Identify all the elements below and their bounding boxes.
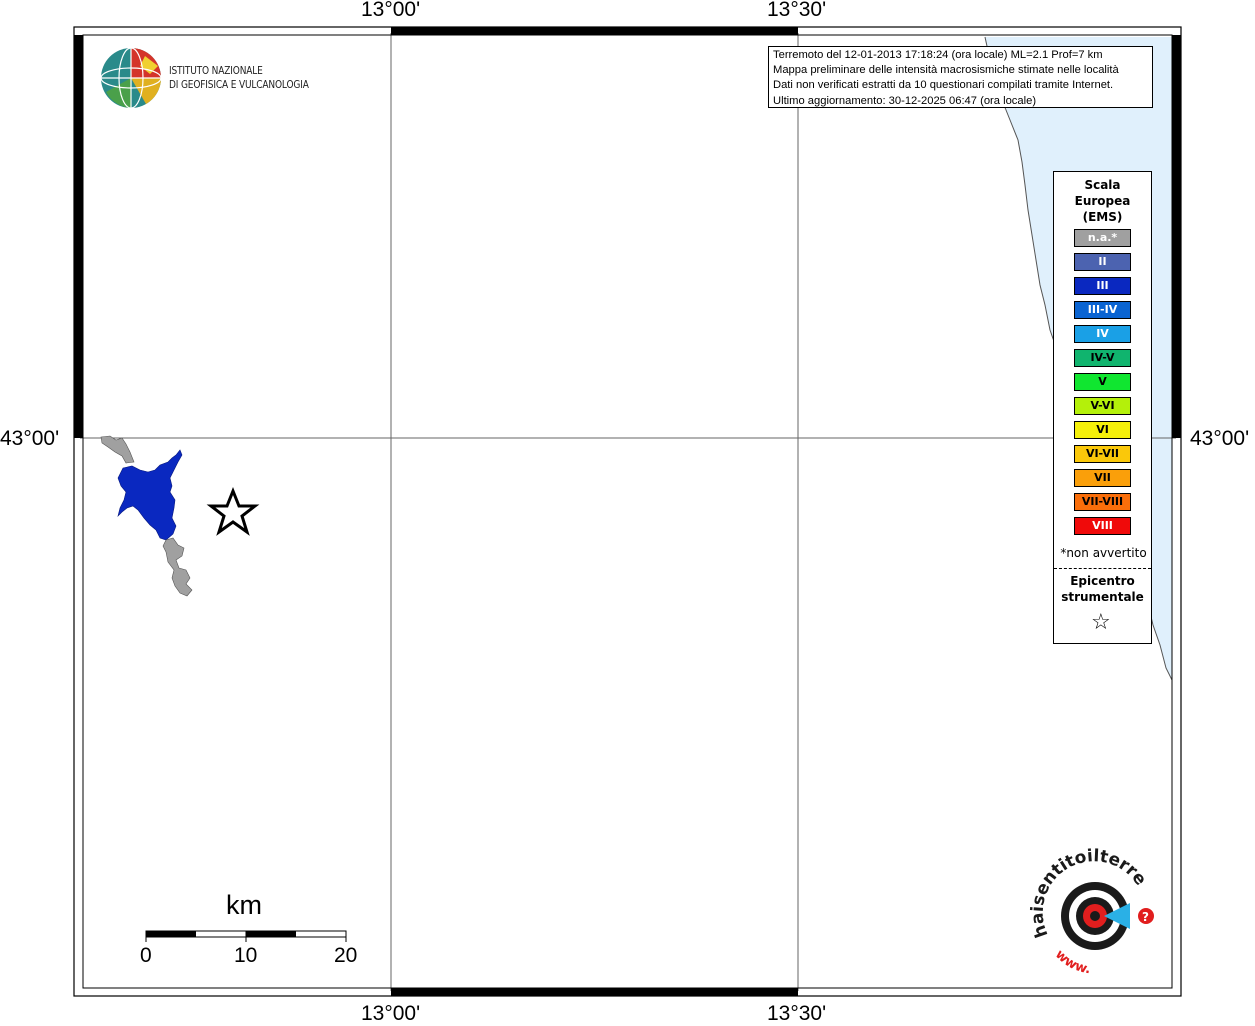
- frame-band-right: [1172, 35, 1181, 438]
- legend-not-felt-note: *non avvertito: [1060, 546, 1147, 560]
- legend-separator: [1054, 568, 1151, 569]
- legend-epicenter-label: Epicentro strumentale: [1054, 573, 1151, 605]
- frame-band-left: [74, 35, 83, 438]
- scale-label-0: 0: [140, 944, 152, 967]
- municipality-na-north: [100, 435, 135, 464]
- lat-label-right: 43°00': [1190, 427, 1250, 450]
- legend-swatch-vi-vii: VI-VII: [1074, 445, 1131, 463]
- legend-title-1: Scala: [1084, 178, 1121, 192]
- legend-swatch-vii: VII: [1074, 469, 1131, 487]
- scale-label-20: 20: [334, 944, 358, 967]
- legend-swatch-viii: VIII: [1074, 517, 1131, 535]
- ingv-globe-logo-icon: [100, 47, 162, 109]
- frame-band-bottom: [391, 988, 798, 996]
- legend-swatch-iii-iv: III-IV: [1074, 301, 1131, 319]
- watermark-prefix: www.: [1052, 947, 1091, 977]
- legend-swatch-iv: IV: [1074, 325, 1131, 343]
- logo-line-2: DI GEOFISICA E VULCANOLOGIA: [169, 78, 309, 91]
- legend-swatch-iv-v: IV-V: [1074, 349, 1131, 367]
- legend-title-3: (EMS): [1082, 210, 1123, 224]
- legend-swatch-iii: III: [1074, 277, 1131, 295]
- legend-swatch-vii-viii: VII-VIII: [1074, 493, 1131, 511]
- legend-swatch-na: n.a.*: [1074, 229, 1131, 247]
- lat-label-left: 43°00': [0, 427, 60, 450]
- legend-title-2: Europea: [1074, 194, 1131, 208]
- legend-epicenter-line-1: Epicentro: [1070, 574, 1135, 588]
- lon-label-top-left: 13°00': [361, 0, 421, 21]
- event-info-box: Terremoto del 12-01-2013 17:18:24 (ora l…: [768, 46, 1153, 108]
- lon-label-bottom-right: 13°30': [767, 1002, 827, 1025]
- legend-swatch-v: V: [1074, 373, 1131, 391]
- legend-swatch-v-vi: V-VI: [1074, 397, 1131, 415]
- legend-swatch-ii: II: [1074, 253, 1131, 271]
- event-info-line-2: Mappa preliminare delle intensità macros…: [773, 64, 1119, 77]
- scale-bar-seg-3: [246, 931, 296, 937]
- legend-swatch-vi: VI: [1074, 421, 1131, 439]
- scale-label-10: 10: [234, 944, 258, 967]
- scale-bar-unit: km: [226, 890, 262, 920]
- event-info-line-1: Terremoto del 12-01-2013 17:18:24 (ora l…: [773, 49, 1103, 61]
- intensity-legend: Scala Europea (EMS) n.a.* II III III-IV IV IV…: [1053, 171, 1152, 644]
- frame-band-top: [391, 27, 798, 35]
- scale-bar-seg-1: [146, 931, 196, 937]
- svg-text:?: ?: [1142, 910, 1149, 924]
- legend-epicenter-line-2: strumentale: [1061, 590, 1144, 604]
- legend-title: Scala Europea (EMS): [1054, 177, 1151, 225]
- epicenter-star-icon: [206, 486, 260, 536]
- municipality-intensity-III: [117, 449, 183, 541]
- event-info-line-4: Ultimo aggiornamento: 30-12-2025 06:47 (…: [773, 94, 1037, 107]
- municipality-na-south: [162, 537, 193, 597]
- legend-star-outline-icon: ☆: [1091, 610, 1111, 635]
- lon-label-bottom-left: 13°00': [361, 1002, 421, 1025]
- logo-line-1: ISTITUTO NAZIONALE: [169, 64, 263, 77]
- lon-label-top-right: 13°30': [767, 0, 827, 21]
- event-info-line-3: Dati non verificati estratti da 10 quest…: [773, 79, 1114, 92]
